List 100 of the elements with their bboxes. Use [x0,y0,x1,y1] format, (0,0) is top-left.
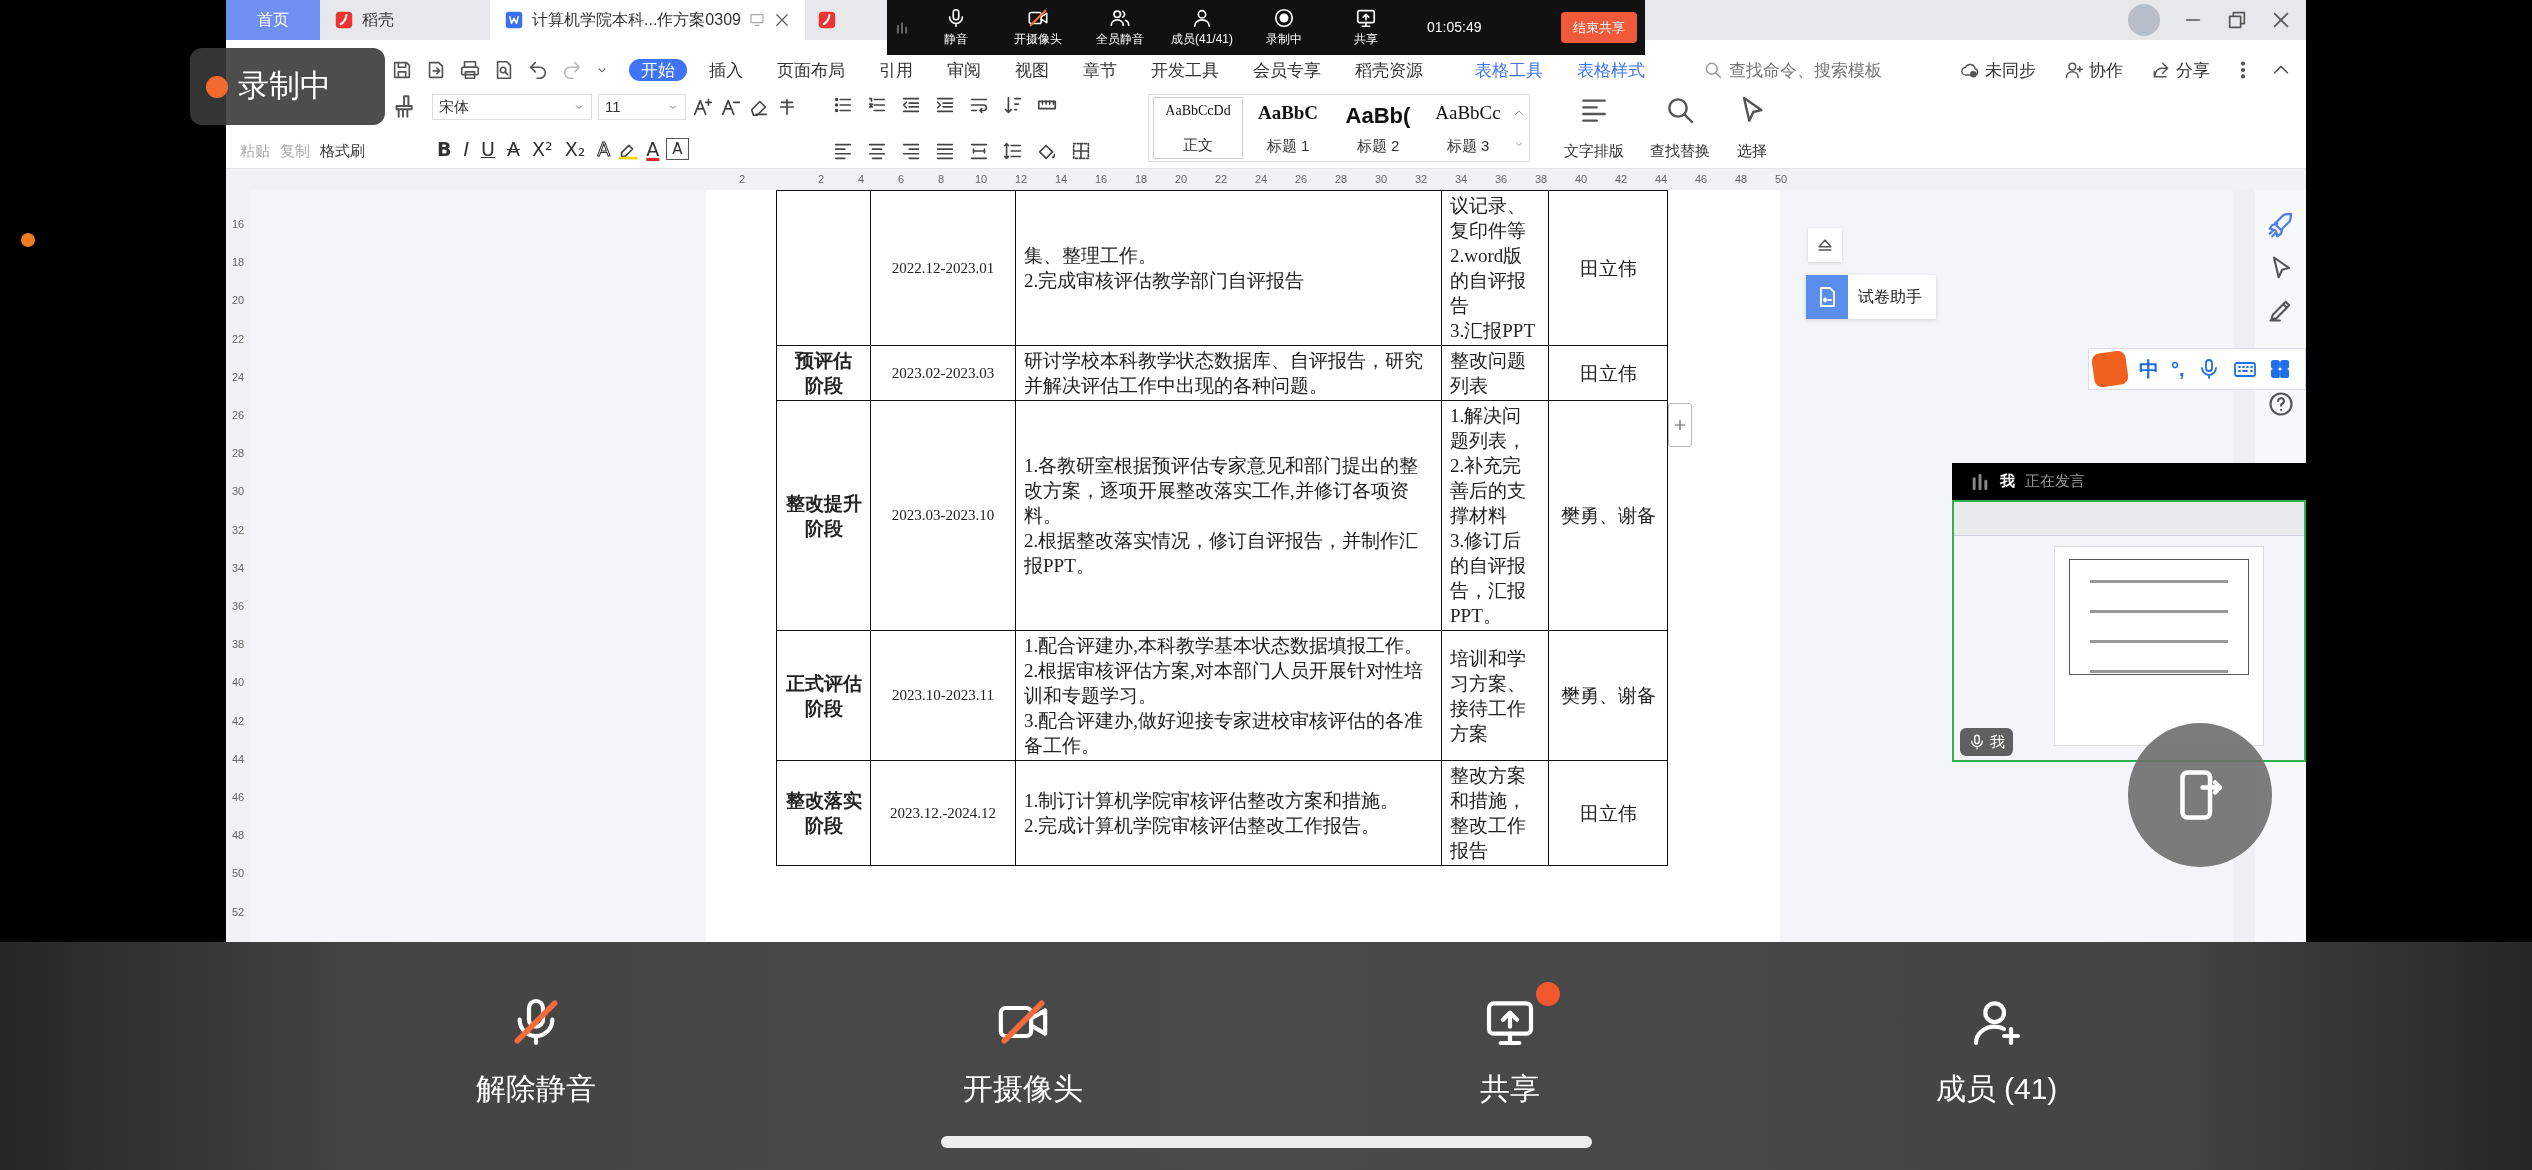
microphone-icon [1968,732,1986,751]
meeting-timer: 01:05:49 [1427,18,1482,37]
style-option[interactable]: AaBbCc 标题 3 [1423,97,1513,159]
ruler-number: 26 [1294,172,1308,188]
ruler-number: 16 [231,217,245,232]
ruler-number: 2 [738,172,746,188]
cell-paragraph: 研讨学校本科教学状态数据库、自评报告，研究并解决评估工作中出现的各种问题。 [1024,349,1424,398]
ruler-number: 38 [231,637,245,653]
ribbon-tab[interactable]: 开始 [629,59,687,81]
ruler-number: 46 [231,790,245,806]
toolbar-tool[interactable]: 查找替换 [1640,92,1720,168]
format-button[interactable]: A [502,136,525,162]
table-cell: 樊勇、谢备 [1548,400,1668,631]
exam-assistant-button[interactable]: 试卷助手 [1806,275,1936,319]
style-option[interactable]: AaBb( 标题 2 [1333,97,1423,159]
meeting-button[interactable]: 共享 [1266,942,1753,1112]
ruler-number: 22 [1214,172,1228,188]
format-painter-button[interactable]: 格式刷 [320,139,365,162]
line-spacing-icon[interactable] [1002,140,1024,162]
ruler-number: 36 [231,599,245,615]
format-button[interactable]: X² [527,136,558,162]
font-size: 11 [605,96,621,117]
ribbon-tab[interactable]: 会员专享 [1241,59,1333,81]
record-icon [1273,7,1295,29]
header-action[interactable]: 未同步 [1954,56,2042,84]
meeting-control[interactable]: 开摄像头 [997,6,1079,49]
ruler-number: 32 [1414,172,1428,188]
ruler-number: 26 [231,408,245,423]
meeting-button[interactable]: 开摄像头 [779,942,1266,1112]
meeting-button[interactable]: 成员 (41) [1753,942,2240,1112]
ruler-number: 6 [897,172,905,188]
help-icon[interactable] [2266,390,2295,418]
ribbon-tab[interactable]: 开发工具 [1139,59,1231,81]
ribbon-tab[interactable]: 表格样式 [1565,59,1657,81]
ruler-number: 18 [1134,172,1148,188]
table-cell: 2022.12-2023.01 [870,190,1016,346]
print-icon[interactable] [459,59,481,81]
header-action[interactable]: 分享 [2145,56,2216,84]
ruler-number: 48 [231,828,245,844]
cell-paragraph: 2.完成计算机学院审核评估整改工作报告。 [1024,814,1382,838]
ruler-number: 48 [1734,172,1748,188]
ribbon-tab[interactable]: 页面布局 [765,59,857,81]
logo-icon [816,10,837,30]
font-select[interactable]: 宋体 [432,94,592,120]
meeting-button[interactable]: 解除静音 [292,942,779,1112]
style-option[interactable]: AaBbC 标题 1 [1243,97,1333,159]
format-button[interactable]: B [432,136,457,162]
restore-icon[interactable] [2226,9,2248,31]
ruler-number: 12 [1014,172,1028,188]
toolbar-tool[interactable]: 文字排版 [1554,92,1634,168]
ruler-number: 44 [231,751,245,767]
undo-icon[interactable] [527,59,549,81]
meeting-control[interactable]: 静音 [915,6,997,49]
status-dot [21,233,35,247]
cell-paragraph: 1.各教研室根据预评估专家意见和部门提出的整改方案，逐项开展整改落实工作,并修订各项资料。 [1024,454,1420,528]
ruler-number: 50 [231,866,245,882]
ribbon-tab[interactable]: 章节 [1071,59,1129,81]
table-cell: 2023.02-2023.03 [870,345,1016,401]
format-button[interactable]: I [458,136,475,162]
drag-handle-icon[interactable] [895,20,909,35]
meeting-control[interactable]: 录制中 [1243,6,1325,49]
format-button[interactable]: U [476,136,500,162]
save-icon[interactable] [391,59,413,81]
punctuation-mode[interactable]: °, [2171,354,2185,384]
speaker-name: 我 [2000,471,2015,492]
ruler-number: 40 [231,675,245,691]
ribbon-tab[interactable]: 审阅 [935,59,993,81]
format-button[interactable]: A [666,138,689,160]
ruler-number: 28 [231,446,245,462]
document-tab[interactable]: 计算机学院本科...作方案0309 [490,0,805,40]
font-increase-icon[interactable] [692,96,714,118]
header-action[interactable]: 协作 [2058,56,2129,84]
logo-icon [334,10,354,30]
ribbon-tab[interactable]: 插入 [697,59,755,81]
meeting-control[interactable]: 共享 [1325,6,1407,49]
format-button[interactable]: X₂ [559,136,591,162]
format-button[interactable]: A [641,136,665,162]
sort-icon[interactable] [1002,94,1024,116]
borders-icon[interactable] [1070,140,1092,162]
ruler-number: 40 [1574,172,1588,188]
cell-paragraph: 3.配合评建办,做好迎接专家进校审核评估的各准备工作。 [1024,709,1424,758]
table-cell-text: 预评估阶段 [795,349,852,398]
style-option[interactable]: AaBbCcDd 正文 [1153,97,1243,159]
ribbon-tab[interactable]: 视图 [1003,59,1061,81]
ribbon-tab[interactable]: 稻壳资源 [1343,59,1435,81]
ribbon-tab[interactable]: 引用 [867,59,925,81]
ruler-number: 52 [231,904,245,920]
table-cell: 2023.10-2023.11 [870,630,1016,761]
meeting-control[interactable]: 全员静音 [1079,6,1161,49]
toolbar-tool[interactable]: 选择 [1726,92,1778,168]
collapse-button[interactable] [1808,228,1842,262]
apps-icon[interactable] [2268,358,2291,380]
ribbon-tab[interactable]: 表格工具 [1463,59,1555,81]
size-select[interactable]: 11 [598,94,686,120]
document-tab[interactable]: 稻壳 [320,0,490,40]
table-cell-text: 整改提升阶段 [785,491,862,541]
meeting-control[interactable]: 成员(41/41) [1161,6,1243,49]
ruler-number: 32 [231,522,245,538]
search-field[interactable]: 查找命令、搜索模板 [1703,56,1897,84]
input-mode[interactable]: 中 [2139,354,2159,384]
